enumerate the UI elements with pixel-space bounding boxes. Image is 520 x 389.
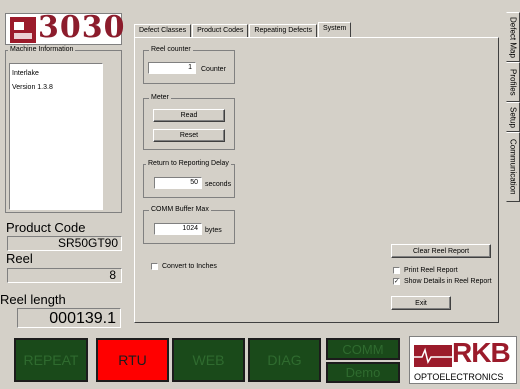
rkb-subtitle: OPTOELECTRONICS [414, 372, 504, 382]
show-details-checkbox[interactable]: ✓ [393, 278, 400, 285]
reel-value: 8 [7, 268, 122, 283]
convert-inches-checkbox[interactable] [151, 263, 158, 270]
product-code-label: Product Code [6, 220, 86, 235]
exit-button[interactable]: Exit [391, 296, 451, 310]
system-panel: Reel counter 1 Counter Meter Read Reset … [134, 37, 499, 323]
machine-name: Interlake [12, 70, 39, 77]
logo-badge-icon [10, 17, 36, 43]
rtu-button[interactable]: RTU [96, 338, 169, 382]
comm-buffer-input[interactable]: 1024 [154, 223, 202, 235]
web-button[interactable]: WEB [172, 338, 245, 382]
convert-inches-label: Convert to Inches [162, 263, 217, 270]
print-report-checkbox[interactable] [393, 267, 400, 274]
tab-repeating-defects[interactable]: Repeating Defects [249, 24, 317, 38]
demo-button[interactable]: Demo [326, 362, 400, 383]
delay-unit: seconds [205, 181, 232, 188]
show-details-option[interactable]: ✓ Show Details in Reel Report [393, 278, 492, 285]
tab-defect-classes[interactable]: Defect Classes [134, 24, 192, 38]
delay-label: Return to Reporting Delay [146, 160, 231, 167]
reel-counter-input[interactable]: 1 [148, 62, 196, 74]
tab-bar: Defect Classes Product Codes Repeating D… [134, 22, 352, 38]
read-button[interactable]: Read [153, 109, 225, 122]
reel-counter-unit: Counter [201, 66, 226, 73]
machine-info-group: Machine Information Interlake Version 1.… [5, 46, 122, 213]
print-report-label: Print Reel Report [404, 267, 458, 274]
reel-length-value: 000139.1 [17, 308, 121, 328]
machine-version: Version 1.3.8 [12, 84, 53, 91]
tab-profiles[interactable]: Profiles [506, 62, 520, 102]
meter-label: Meter [149, 94, 171, 101]
tab-setup[interactable]: Setup [506, 102, 520, 132]
tab-communication[interactable]: Communication [506, 132, 520, 202]
tab-product-codes[interactable]: Product Codes [192, 24, 249, 38]
reel-counter-group: Reel counter 1 Counter [143, 46, 235, 84]
comm-buffer-unit: bytes [205, 227, 222, 234]
repeat-button[interactable]: REPEAT [14, 338, 88, 382]
print-report-option[interactable]: Print Reel Report [393, 267, 458, 274]
reel-label: Reel [6, 251, 33, 266]
logo-box: 3030 [5, 10, 125, 45]
convert-inches-option[interactable]: Convert to Inches [151, 263, 217, 270]
comm-buffer-label: COMM Buffer Max [149, 206, 211, 213]
tab-system[interactable]: System [317, 22, 352, 38]
diag-button[interactable]: DIAG [248, 338, 321, 382]
tab-defect-map[interactable]: Defect Map [506, 12, 520, 62]
reel-counter-label: Reel counter [149, 46, 193, 53]
delay-group: Return to Reporting Delay 50 seconds [143, 160, 235, 198]
rkb-logo: RKB OPTOELECTRONICS [409, 336, 517, 384]
product-code-value: SR50GT90 [7, 236, 122, 251]
comm-buffer-group: COMM Buffer Max 1024 bytes [143, 206, 235, 244]
rkb-letters: RKB [452, 337, 511, 368]
delay-input[interactable]: 50 [154, 177, 202, 189]
logo-number: 3030 [38, 10, 126, 45]
machine-info-list[interactable]: Interlake Version 1.3.8 [9, 63, 103, 210]
meter-group: Meter Read Reset [143, 94, 235, 150]
machine-info-label: Machine Information [8, 46, 76, 53]
reel-length-label: Reel length [0, 292, 66, 307]
clear-reel-report-button[interactable]: Clear Reel Report [391, 244, 491, 258]
reset-button[interactable]: Reset [153, 129, 225, 142]
comm-button[interactable]: COMM [326, 338, 400, 360]
show-details-label: Show Details in Reel Report [404, 278, 492, 285]
rkb-waveform-icon [414, 345, 452, 367]
